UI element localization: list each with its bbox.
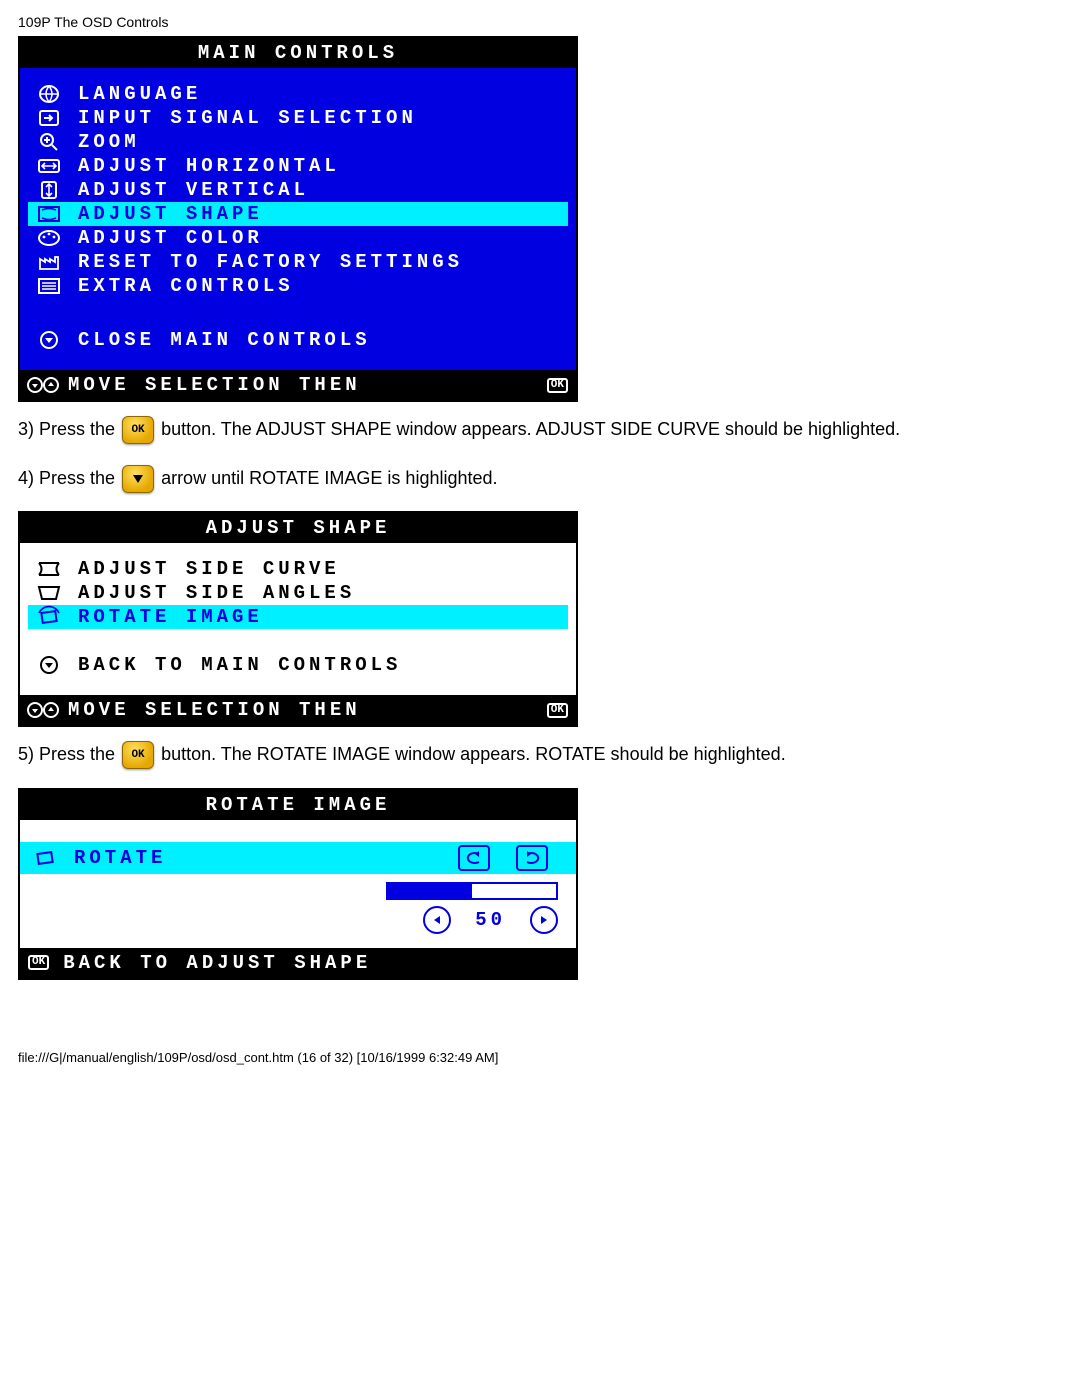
menu-item-label: ADJUST HORIZONTAL: [78, 155, 340, 177]
instruction-5: 5) Press the OK button. The ROTATE IMAGE…: [18, 739, 1062, 770]
menu-item-label: LANGUAGE: [78, 83, 201, 105]
menu-item-back[interactable]: BACK TO MAIN CONTROLS: [28, 653, 568, 677]
horizontal-arrows-icon: [34, 158, 64, 174]
menu-item-label: EXTRA CONTROLS: [78, 275, 294, 297]
menu-item-label: INPUT SIGNAL SELECTION: [78, 107, 417, 129]
down-circle-icon: [34, 655, 64, 675]
page-header: 109P The OSD Controls: [18, 14, 1062, 30]
menu-item-extra-controls[interactable]: EXTRA CONTROLS: [28, 274, 568, 298]
ok-icon: OK: [28, 955, 49, 970]
page-footer: file:///G|/manual/english/109P/osd/osd_c…: [18, 1050, 1062, 1065]
menu-item-label: ROTATE IMAGE: [78, 606, 263, 628]
adjust-shape-footer: MOVE SELECTION THEN OK: [20, 695, 576, 725]
menu-item-adjust-shape[interactable]: ADJUST SHAPE: [28, 202, 568, 226]
rotate-image-osd: ROTATE IMAGE ROTATE: [18, 788, 578, 980]
menu-item-adjust-color[interactable]: ADJUST COLOR: [28, 226, 568, 250]
menu-item-close[interactable]: CLOSE MAIN CONTROLS: [28, 328, 568, 352]
rotate-left-icon: [458, 845, 490, 871]
menu-item-label: CLOSE MAIN CONTROLS: [78, 329, 371, 351]
rotate-right-icon: [516, 845, 548, 871]
side-curve-icon: [34, 560, 64, 578]
increase-button[interactable]: [530, 906, 558, 934]
up-down-circles-icon: [28, 700, 58, 720]
rotate-direction-icons: [458, 845, 566, 871]
main-controls-osd: MAIN CONTROLS LANGUAGE INPUT SIGNAL SELE…: [18, 36, 578, 402]
instruction-4: 4) Press the arrow until ROTATE IMAGE is…: [18, 463, 1062, 494]
menu-item-label: ZOOM: [78, 131, 140, 153]
adjust-shape-body: ADJUST SIDE CURVE ADJUST SIDE ANGLES ROT…: [20, 543, 576, 695]
rotate-bar-row: [20, 874, 576, 904]
vertical-arrows-icon: [34, 180, 64, 200]
menu-item-language[interactable]: LANGUAGE: [28, 82, 568, 106]
up-down-circles-icon: [28, 375, 58, 395]
ok-icon: OK: [547, 378, 568, 393]
adjust-shape-title: ADJUST SHAPE: [20, 513, 576, 543]
menu-item-label: ADJUST SIDE CURVE: [78, 558, 340, 580]
rotate-progress-fill: [388, 884, 472, 898]
menu-item-adjust-vertical[interactable]: ADJUST VERTICAL: [28, 178, 568, 202]
input-arrow-icon: [34, 109, 64, 127]
menu-item-zoom[interactable]: ZOOM: [28, 130, 568, 154]
rotate-image-body: ROTATE 50: [20, 820, 576, 948]
shape-icon: [34, 205, 64, 223]
menu-item-label: ADJUST COLOR: [78, 227, 263, 249]
rotate-value: 50: [475, 909, 506, 931]
menu-item-label: ROTATE: [74, 847, 458, 869]
menu-item-side-curve[interactable]: ADJUST SIDE CURVE: [28, 557, 568, 581]
main-controls-body: LANGUAGE INPUT SIGNAL SELECTION ZOOM ADJ…: [20, 68, 576, 370]
menu-item-adjust-horizontal[interactable]: ADJUST HORIZONTAL: [28, 154, 568, 178]
instruction-3: 3) Press the OK button. The ADJUST SHAPE…: [18, 414, 1062, 445]
main-controls-footer: MOVE SELECTION THEN OK: [20, 370, 576, 400]
palette-icon: [34, 229, 64, 247]
rotate-progress-bar: [386, 882, 558, 900]
rotate-icon: [30, 849, 60, 867]
ok-icon: OK: [547, 703, 568, 718]
adjust-shape-osd: ADJUST SHAPE ADJUST SIDE CURVE ADJUST SI…: [18, 511, 578, 727]
down-button-icon: [122, 465, 154, 493]
menu-item-factory-reset[interactable]: RESET TO FACTORY SETTINGS: [28, 250, 568, 274]
down-circle-icon: [34, 330, 64, 350]
menu-item-rotate[interactable]: ROTATE: [20, 842, 576, 874]
factory-icon: [34, 253, 64, 271]
rotate-image-footer: OK BACK TO ADJUST SHAPE: [20, 948, 576, 978]
menu-item-label: ADJUST SIDE ANGLES: [78, 582, 355, 604]
main-controls-title: MAIN CONTROLS: [20, 38, 576, 68]
footer-text: MOVE SELECTION THEN: [68, 374, 547, 396]
list-icon: [34, 277, 64, 295]
menu-item-label: BACK TO MAIN CONTROLS: [78, 654, 401, 676]
globe-icon: [34, 84, 64, 104]
menu-item-side-angles[interactable]: ADJUST SIDE ANGLES: [28, 581, 568, 605]
rotate-icon: [34, 608, 64, 626]
menu-item-label: ADJUST VERTICAL: [78, 179, 309, 201]
ok-button-icon: OK: [122, 741, 154, 769]
menu-item-input-signal[interactable]: INPUT SIGNAL SELECTION: [28, 106, 568, 130]
ok-button-icon: OK: [122, 416, 154, 444]
footer-text: MOVE SELECTION THEN: [68, 699, 547, 721]
decrease-button[interactable]: [423, 906, 451, 934]
footer-text: BACK TO ADJUST SHAPE: [63, 952, 568, 974]
side-angles-icon: [34, 584, 64, 602]
rotate-value-row: 50: [20, 904, 576, 942]
menu-item-label: RESET TO FACTORY SETTINGS: [78, 251, 463, 273]
rotate-image-title: ROTATE IMAGE: [20, 790, 576, 820]
magnifier-icon: [34, 131, 64, 153]
menu-item-rotate-image[interactable]: ROTATE IMAGE: [28, 605, 568, 629]
menu-item-label: ADJUST SHAPE: [78, 203, 263, 225]
